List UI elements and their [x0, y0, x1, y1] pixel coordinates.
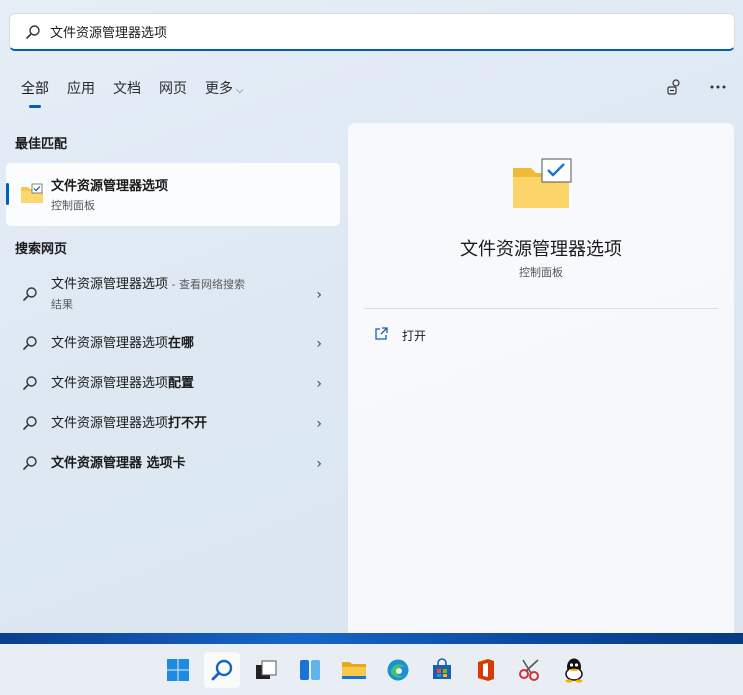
office-icon[interactable]: [468, 652, 504, 688]
search-icon[interactable]: [204, 652, 240, 688]
snipping-tool-icon[interactable]: [512, 652, 548, 688]
chevron-down-icon: ⌵: [236, 85, 244, 96]
search-icon: [22, 415, 40, 433]
best-match-title: 文件资源管理器选项: [51, 179, 169, 194]
search-icon: [22, 455, 40, 473]
list-item[interactable]: 文件资源管理器 选项卡 ›: [6, 444, 340, 484]
search-input[interactable]: [50, 24, 690, 39]
taskbar-icons: [160, 652, 592, 688]
tab-all[interactable]: 全部: [12, 74, 58, 108]
edge-icon[interactable]: [380, 652, 416, 688]
folder-options-icon: [511, 158, 573, 214]
open-label: 打开: [402, 329, 427, 343]
web-result-bold: 配置: [168, 376, 195, 391]
web-result-text: 文件资源管理器选项: [51, 376, 169, 391]
widgets-icon[interactable]: [292, 652, 328, 688]
store-icon[interactable]: [424, 652, 460, 688]
selection-indicator: [6, 183, 9, 205]
web-result-suffix-line2: 结果: [51, 298, 73, 311]
more-options-icon[interactable]: [707, 76, 729, 98]
web-search-heading: 搜索网页: [15, 242, 68, 257]
list-item[interactable]: 文件资源管理器选项配置 ›: [6, 364, 340, 404]
tab-web[interactable]: 网页: [150, 74, 196, 102]
divider: [364, 308, 718, 309]
taskbar: [0, 633, 743, 695]
web-result-bold: 在哪: [168, 336, 195, 351]
web-result-bold: 打不开: [168, 416, 208, 431]
web-result-text: 文件资源管理器选项: [51, 277, 169, 292]
chevron-right-icon: ›: [316, 287, 322, 303]
chevron-right-icon: ›: [316, 376, 322, 392]
share-account-icon[interactable]: [663, 76, 685, 98]
web-result-text: 文件资源管理器选项: [51, 416, 169, 431]
best-match-item[interactable]: 文件资源管理器选项 控制面板: [6, 163, 340, 226]
list-item[interactable]: 文件资源管理器选项 - 查看网络搜索 结果 ›: [6, 266, 340, 324]
detail-subtitle: 控制面板: [519, 266, 563, 279]
web-results-list: 文件资源管理器选项 - 查看网络搜索 结果 › 文件资源管理器选项在哪 › 文件…: [6, 266, 340, 484]
web-result-text: 文件资源管理器选项: [51, 336, 169, 351]
search-box[interactable]: [9, 13, 735, 51]
qq-icon[interactable]: [556, 652, 592, 688]
chevron-right-icon: ›: [316, 416, 322, 432]
search-icon: [22, 375, 40, 393]
task-view-icon[interactable]: [248, 652, 284, 688]
search-icon: [22, 335, 40, 353]
web-result-text: 文件资源管理器: [51, 456, 143, 471]
open-external-icon: [374, 327, 388, 344]
detail-pane: 文件资源管理器选项 控制面板 打开: [348, 123, 734, 642]
file-explorer-icon[interactable]: [336, 652, 372, 688]
wallpaper-strip: [0, 633, 743, 644]
tab-more[interactable]: 更多 ⌵: [196, 74, 253, 102]
open-action[interactable]: 打开: [374, 327, 426, 344]
folder-options-icon: [20, 183, 44, 209]
best-match-heading: 最佳匹配: [15, 137, 68, 152]
top-actions: [663, 76, 729, 98]
tab-apps[interactable]: 应用: [58, 74, 104, 102]
chevron-right-icon: ›: [316, 336, 322, 352]
list-item[interactable]: 文件资源管理器选项在哪 ›: [6, 324, 340, 364]
web-result-suffix: - 查看网络搜索: [168, 278, 245, 291]
filter-tabs: 全部 应用 文档 网页 更多 ⌵: [12, 74, 253, 108]
list-item[interactable]: 文件资源管理器选项打不开 ›: [6, 404, 340, 444]
chevron-right-icon: ›: [316, 456, 322, 472]
windows-start-icon[interactable]: [160, 652, 196, 688]
best-match-subtitle: 控制面板: [51, 199, 95, 212]
detail-title: 文件资源管理器选项: [460, 239, 622, 260]
search-icon: [22, 286, 40, 304]
web-result-bold: 选项卡: [142, 456, 186, 471]
search-icon: [24, 23, 42, 41]
tab-documents[interactable]: 文档: [104, 74, 150, 102]
